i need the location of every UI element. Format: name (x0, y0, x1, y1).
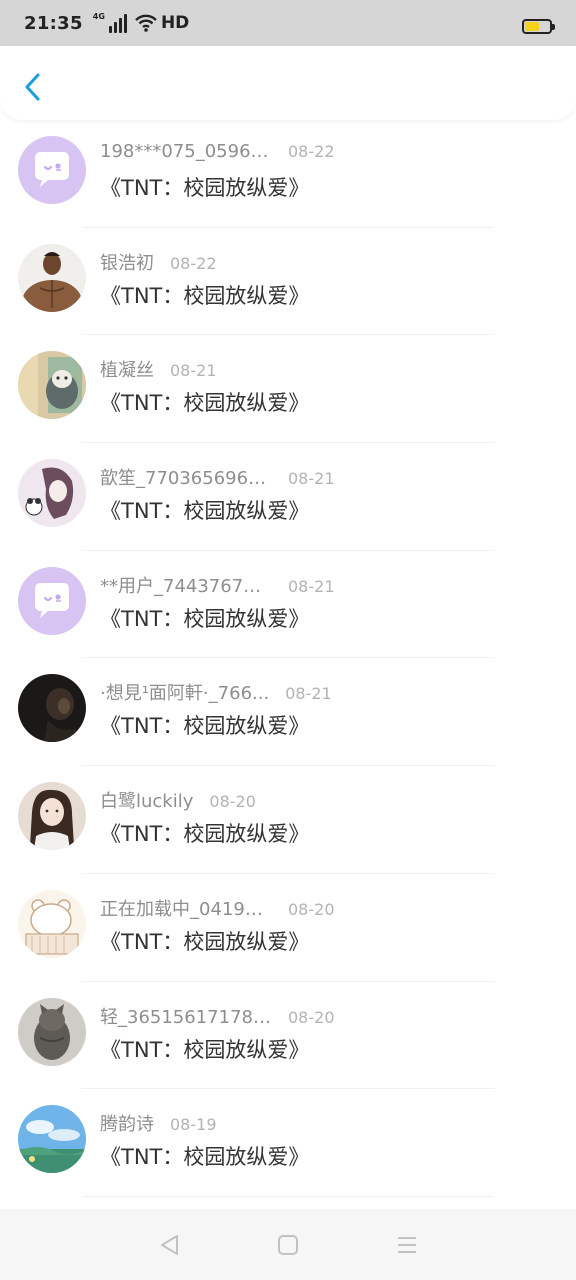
list-item[interactable]: **用户_744376735... 08-21 《TNT：校园放纵爱》 (0, 551, 576, 659)
item-date: 08-22 (288, 142, 335, 161)
list-item[interactable]: 银浩初 08-22 《TNT：校园放纵爱》 (0, 228, 576, 336)
list-item[interactable]: 轻_365156171781... 08-20 《TNT：校园放纵爱》 (0, 982, 576, 1090)
item-date: 08-19 (170, 1115, 217, 1135)
user-name: ·想見¹面阿軒·_766... (100, 683, 270, 705)
book-title: 《TNT：校园放纵爱》 (100, 1037, 310, 1062)
avatar[interactable] (18, 674, 86, 743)
book-title: 《TNT：校园放纵爱》 (100, 283, 310, 308)
avatar[interactable] (18, 997, 86, 1066)
status-time: 21:35 (24, 12, 83, 34)
avatar[interactable] (18, 566, 86, 635)
item-meta: 银浩初 08-22 (100, 249, 217, 275)
list-item[interactable]: 腾韵诗 08-19 《TNT：校园放纵爱》 (0, 1089, 576, 1197)
book-title: 《TNT：校园放纵爱》 (100, 822, 310, 847)
item-date: 08-20 (288, 1007, 335, 1027)
item-date: 08-21 (170, 361, 217, 381)
list-item[interactable]: 植凝丝 08-21 《TNT：校园放纵爱》 (0, 335, 576, 444)
network-type: 4G (92, 12, 105, 21)
user-name: 白鹭luckily (100, 791, 194, 813)
signal-icon: 4G (93, 13, 127, 33)
hd-indicator: HD (160, 13, 190, 33)
item-meta: 植凝丝 08-21 (100, 356, 217, 382)
user-name: 歆笙_7703656962... (100, 468, 272, 490)
avatar[interactable] (18, 782, 86, 851)
item-meta: 白鹭luckily 08-20 (100, 787, 256, 813)
item-date: 08-20 (209, 792, 256, 812)
item-meta: 正在加载中_04191... 08-20 (100, 895, 335, 921)
nav-back-button[interactable] (156, 1232, 182, 1258)
book-title: 《TNT：校园放纵爱》 (100, 499, 310, 524)
status-bar: 21:35 4G HD (0, 0, 576, 46)
wifi-icon (135, 14, 157, 32)
item-date: 08-21 (285, 684, 332, 704)
book-title: 《TNT：校园放纵爱》 (100, 176, 310, 200)
item-meta: ·想見¹面阿軒·_766... 08-21 (100, 679, 332, 705)
user-name: 腾韵诗 (100, 1114, 154, 1136)
user-name: **用户_744376735... (100, 575, 272, 597)
book-title: 《TNT：校园放纵爱》 (100, 929, 310, 954)
book-title: 《TNT：校园放纵爱》 (100, 391, 310, 416)
item-meta: 腾韵诗 08-19 (100, 1110, 217, 1136)
item-date: 08-21 (288, 576, 335, 596)
item-meta: **用户_744376735... 08-21 (100, 572, 335, 598)
avatar[interactable] (18, 1105, 86, 1174)
user-name: 植凝丝 (100, 360, 154, 382)
nav-home-button[interactable] (275, 1232, 301, 1258)
list-item[interactable]: 白鹭luckily 08-20 《TNT：校园放纵爱》 (0, 766, 576, 874)
item-date: 08-20 (288, 899, 335, 919)
chevron-left-icon (25, 73, 40, 101)
avatar[interactable] (18, 459, 86, 528)
list-item[interactable]: 歆笙_7703656962... 08-21 《TNT：校园放纵爱》 (0, 443, 576, 551)
user-name: 正在加载中_04191... (100, 898, 272, 920)
user-name: 198***075_059628... (100, 141, 272, 162)
back-button[interactable] (18, 70, 46, 104)
item-date: 08-21 (288, 469, 335, 489)
battery-icon (522, 19, 555, 34)
item-meta: 198***075_059628... 08-22 (100, 141, 335, 162)
divider (82, 1195, 494, 1197)
list-item[interactable]: ·想見¹面阿軒·_766... 08-21 《TNT：校园放纵爱》 (0, 658, 576, 767)
book-title: 《TNT：校园放纵爱》 (100, 714, 310, 739)
item-date: 08-22 (170, 253, 217, 273)
avatar[interactable] (18, 889, 86, 958)
reader-list: 198***075_059628... 08-22 《TNT：校园放纵爱》 银浩初 08… (0, 120, 576, 1197)
nav-menu-button[interactable] (394, 1232, 420, 1258)
book-title: 《TNT：校园放纵爱》 (100, 606, 310, 631)
avatar[interactable] (18, 136, 86, 204)
user-name: 银浩初 (100, 252, 154, 274)
avatar[interactable] (18, 351, 86, 420)
square-home-icon (277, 1234, 298, 1255)
avatar[interactable] (18, 243, 86, 312)
system-nav-bar (0, 1209, 576, 1280)
item-meta: 歆笙_7703656962... 08-21 (100, 464, 335, 490)
list-item[interactable]: 正在加载中_04191... 08-20 《TNT：校园放纵爱》 (0, 874, 576, 982)
header (0, 46, 576, 120)
book-title: 《TNT：校园放纵爱》 (100, 1145, 310, 1170)
three-lines-menu-icon (397, 1236, 416, 1253)
list-item[interactable]: 198***075_059628... 08-22 《TNT：校园放纵爱》 (0, 120, 576, 228)
user-name: 轻_365156171781... (100, 1006, 272, 1028)
triangle-back-icon (161, 1234, 179, 1255)
item-meta: 轻_365156171781... 08-20 (100, 1003, 335, 1029)
